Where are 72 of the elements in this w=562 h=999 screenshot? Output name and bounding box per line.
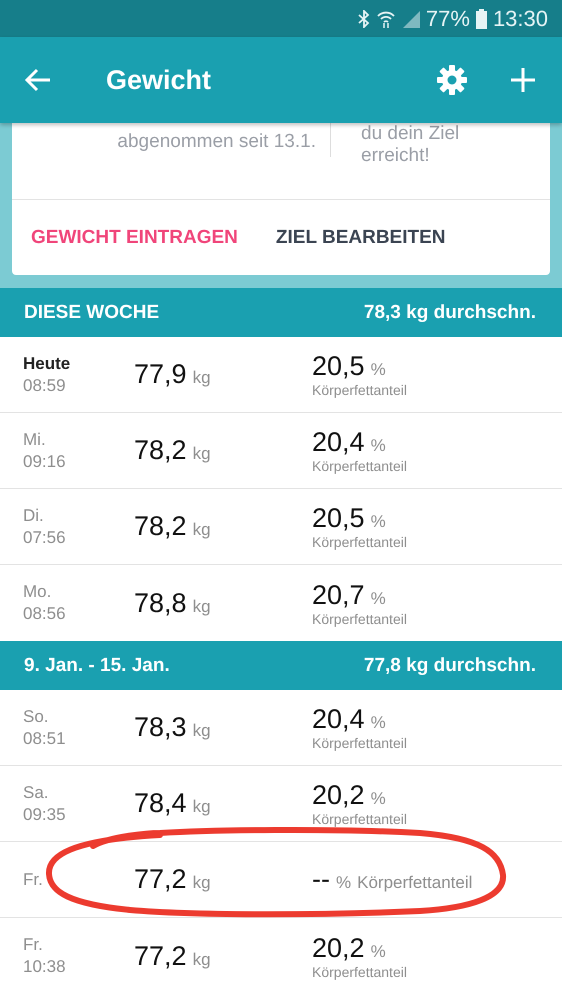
settings-button[interactable] — [434, 62, 470, 98]
weight-value: 78,4 — [134, 788, 187, 819]
body-fat-value: 20,2 — [312, 780, 365, 811]
body-fat-label: Körperfettanteil — [312, 534, 407, 550]
body-fat-label: Körperfettanteil — [357, 873, 472, 893]
body-fat-value: 20,5 — [312, 503, 365, 534]
body-fat-label: Körperfettanteil — [312, 735, 407, 751]
body-fat-label: Körperfettanteil — [312, 458, 407, 474]
entry-time: 08:51 — [23, 728, 67, 750]
section-title: DIESE WOCHE — [24, 302, 160, 324]
weight-value: 78,2 — [134, 435, 187, 466]
body-fat-unit: % — [336, 873, 352, 893]
entry-time: 09:35 — [23, 804, 67, 826]
entry-day: Sa. — [23, 782, 134, 804]
battery-percentage: 77% — [426, 6, 470, 32]
weight-value: 78,3 — [134, 712, 187, 743]
body-fat-unit: % — [370, 713, 386, 733]
body-fat-unit: % — [370, 360, 386, 380]
body-fat-label: Körperfettanteil — [312, 964, 407, 980]
weight-unit: kg — [192, 368, 211, 388]
body-fat-value: -- — [312, 864, 330, 895]
entry-day: Fr. — [23, 934, 134, 956]
weight-value: 77,9 — [134, 359, 187, 390]
body-fat-value: 20,4 — [312, 427, 365, 458]
entry-day: So. — [23, 706, 134, 728]
weight-unit: kg — [192, 950, 211, 970]
weight-unit: kg — [192, 873, 211, 893]
weight-unit: kg — [192, 797, 211, 817]
entry-day: Mi. — [23, 428, 134, 450]
entry-time: 08:56 — [23, 603, 67, 625]
section-title: 9. Jan. - 15. Jan. — [24, 654, 170, 676]
clock-time: 13:30 — [492, 6, 548, 32]
weight-unit: kg — [192, 520, 211, 540]
edit-goal-button[interactable]: ZIEL BEARBEITEN — [276, 226, 446, 248]
body-fat-unit: % — [370, 436, 386, 456]
goal-text: du dein Ziel erreicht! — [361, 123, 460, 166]
weight-value: 78,2 — [134, 511, 187, 542]
entry-day: Mo. — [23, 581, 134, 603]
screen-title: Gewicht — [106, 64, 212, 96]
wifi-icon — [376, 10, 396, 28]
body-fat-unit: % — [370, 512, 386, 532]
entry-time: 10:38 — [23, 956, 67, 978]
weight-unit: kg — [192, 596, 211, 616]
body-fat-value: 20,7 — [312, 580, 365, 610]
body-fat-label: Körperfettanteil — [312, 382, 407, 398]
body-fat-value: 20,2 — [312, 932, 365, 964]
weight-value: 77,2 — [134, 864, 187, 895]
signal-icon — [402, 10, 420, 28]
body-fat-label: Körperfettanteil — [312, 610, 407, 626]
battery-icon — [476, 8, 487, 28]
body-fat-value: 20,4 — [312, 704, 365, 735]
weekly-average: 78,3 kg durchschn. — [364, 302, 536, 324]
entry-time: 08:59 — [23, 374, 67, 396]
weekly-average: 77,8 kg durchschn. — [364, 654, 536, 676]
body-fat-label: Körperfettanteil — [312, 811, 407, 827]
bluetooth-icon — [358, 10, 370, 28]
entry-day: Di. — [23, 504, 134, 526]
weight-unit: kg — [192, 721, 211, 741]
entry-day: Fr. — [23, 868, 134, 890]
entry-day: Heute — [23, 352, 134, 374]
weight-value: 77,2 — [134, 940, 187, 972]
body-fat-unit: % — [370, 942, 386, 962]
log-weight-button[interactable]: GEWICHT EINTRAGEN — [31, 226, 238, 248]
entry-time: 09:16 — [23, 450, 67, 472]
body-fat-value: 20,5 — [312, 351, 365, 382]
body-fat-unit: % — [370, 789, 386, 809]
weight-loss-text: abgenommen seit 13.1. — [117, 131, 316, 153]
body-fat-unit: % — [370, 588, 386, 608]
entry-time: 07:56 — [23, 526, 67, 548]
add-button[interactable] — [508, 65, 538, 95]
weight-value: 78,8 — [134, 588, 187, 618]
weight-unit: kg — [192, 444, 211, 464]
